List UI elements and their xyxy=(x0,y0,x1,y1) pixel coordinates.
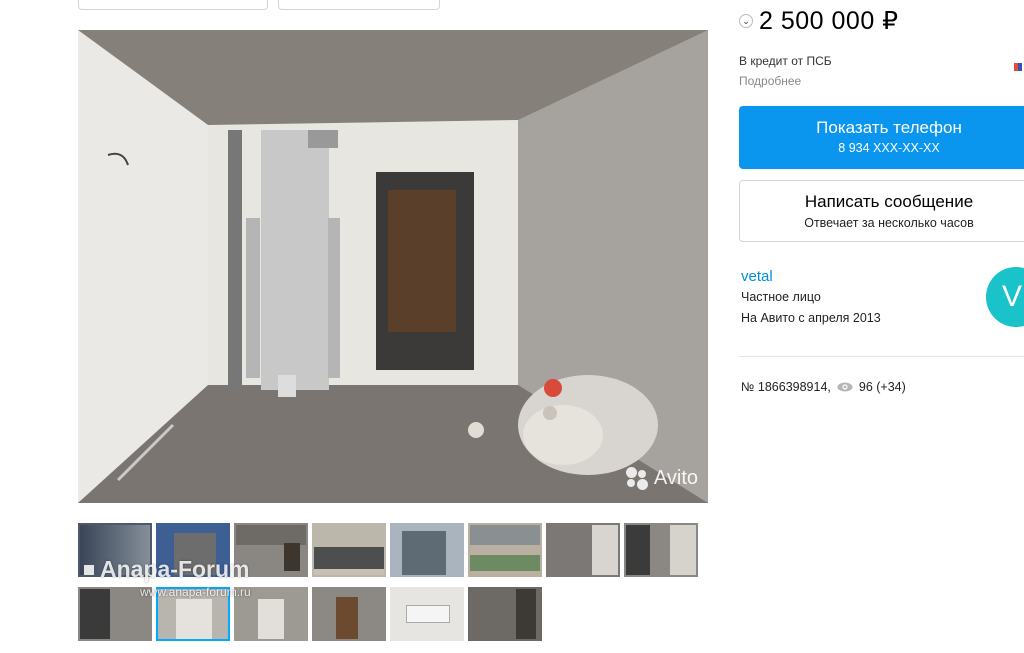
price: 2 500 000 ₽ xyxy=(759,7,899,35)
thumbnail[interactable] xyxy=(468,523,542,577)
credit-more-link[interactable]: Подробнее xyxy=(739,74,801,88)
phone-number-masked: 8 934 XXX-XX-XX xyxy=(838,141,940,155)
view-count: 96 (+34) xyxy=(858,380,906,394)
bank-logo-icon xyxy=(1014,63,1022,71)
forum-logo-icon xyxy=(84,564,94,575)
chevron-down-icon[interactable]: ⌄ xyxy=(739,14,753,28)
thumbnail[interactable] xyxy=(390,587,464,641)
room-photo-image xyxy=(78,30,708,503)
share-button[interactable] xyxy=(78,0,268,10)
avito-watermark-text: Avito xyxy=(653,466,698,489)
forum-watermark-url: www.anapa-forum.ru xyxy=(140,585,251,599)
listing-number: № 1866398914, xyxy=(741,380,831,394)
write-message-label: Написать сообщение xyxy=(804,192,974,211)
seller-since: На Авито с апреля 2013 xyxy=(741,311,881,325)
thumbnail[interactable] xyxy=(390,523,464,577)
thumbnail[interactable] xyxy=(468,587,542,641)
forum-watermark: Anapa-Forum xyxy=(84,556,250,583)
eye-icon xyxy=(837,382,853,392)
show-phone-button[interactable]: Показать телефон 8 934 XXX-XX-XX xyxy=(739,106,1024,169)
favorite-button[interactable] xyxy=(278,0,440,10)
show-phone-label: Показать телефон xyxy=(816,118,962,137)
seller-type: Частное лицо xyxy=(741,290,821,304)
top-action-buttons xyxy=(78,0,440,10)
thumbnail[interactable] xyxy=(624,523,698,577)
price-row: ⌄ 2 500 000 ₽ xyxy=(739,6,899,36)
main-photo[interactable]: Avito xyxy=(78,30,708,503)
credit-offer: В кредит от ПСБ xyxy=(739,54,832,68)
avatar[interactable]: V xyxy=(986,267,1024,327)
divider xyxy=(739,356,1024,357)
response-time-note: Отвечает за несколько часов xyxy=(804,216,974,230)
write-message-button[interactable]: Написать сообщение Отвечает за несколько… xyxy=(739,180,1024,242)
thumbnail[interactable] xyxy=(312,587,386,641)
thumbnail[interactable] xyxy=(312,523,386,577)
avito-logo-icon xyxy=(624,465,650,491)
listing-meta: № 1866398914, 96 (+34) xyxy=(741,380,906,394)
avito-watermark: Avito xyxy=(624,465,698,491)
seller-name-link[interactable]: vetal xyxy=(741,268,773,285)
thumbnail[interactable] xyxy=(546,523,620,577)
forum-watermark-text: Anapa-Forum xyxy=(100,556,250,582)
